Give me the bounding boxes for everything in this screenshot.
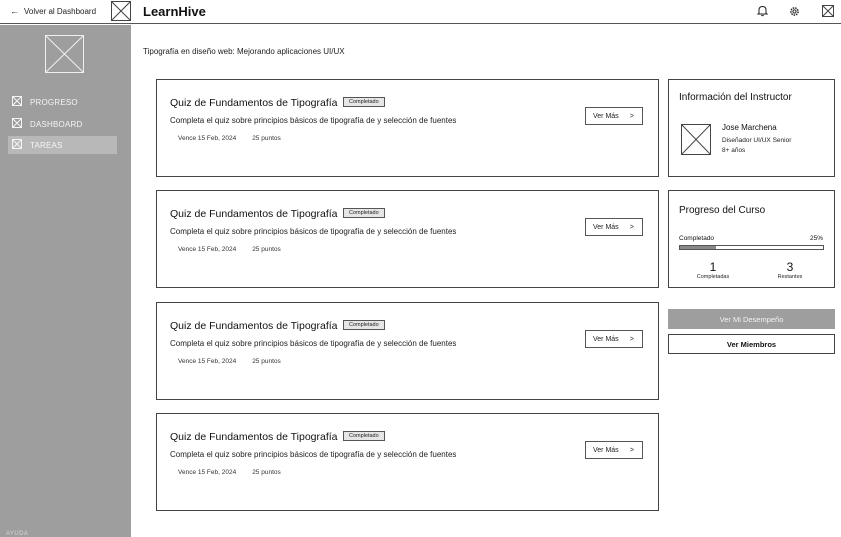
help-link[interactable]: AYUDA: [6, 531, 28, 537]
view-performance-button[interactable]: Ver Mi Desempeño: [668, 309, 835, 329]
task-meta: Vence 15 Feb, 2024 25 puntos: [178, 358, 281, 365]
avatar: [681, 124, 711, 155]
view-more-label: Ver Más: [593, 446, 619, 454]
task-title: Quiz de Fundamentos de Tipografía: [170, 431, 338, 443]
status-badge: Completado: [343, 320, 385, 330]
task-due-date: Vence 15 Feb, 2024: [178, 358, 237, 365]
sidebar-item-label: DASHBOARD: [30, 119, 83, 129]
progress-bar: [679, 245, 824, 250]
progress-percent: 25%: [809, 235, 823, 242]
status-badge: Completado: [343, 431, 385, 441]
progress-panel-title: Progreso del Curso: [679, 205, 766, 216]
view-members-button[interactable]: Ver Miembros: [668, 334, 835, 354]
arrow-left-icon: ←: [10, 6, 19, 16]
gear-icon[interactable]: [787, 4, 801, 18]
task-card: Quiz de Fundamentos de Tipografía Comple…: [156, 79, 659, 177]
task-description: Completa el quiz sobre principios básico…: [170, 450, 457, 459]
remaining-label: Restantes: [777, 274, 803, 280]
task-description: Completa el quiz sobre principios básico…: [170, 227, 457, 236]
status-badge: Completado: [343, 97, 385, 107]
task-card: Quiz de Fundamentos de Tipografía Comple…: [156, 190, 659, 288]
task-description: Completa el quiz sobre principios básico…: [170, 116, 457, 125]
completed-stat: 1 Completadas: [691, 261, 735, 280]
image-placeholder-icon[interactable]: [821, 4, 835, 18]
instructor-panel-title: Información del Instructor: [679, 92, 792, 103]
checkbox-icon: [12, 139, 22, 151]
checkbox-icon: [12, 96, 22, 108]
task-meta: Vence 15 Feb, 2024 25 puntos: [178, 135, 281, 142]
remaining-count: 3: [786, 260, 794, 274]
progress-label: Completado: [679, 235, 715, 242]
task-due-date: Vence 15 Feb, 2024: [178, 246, 237, 253]
task-due-date: Vence 15 Feb, 2024: [178, 469, 237, 476]
instructor-panel: Información del Instructor Jose Marchena…: [668, 79, 835, 177]
checkbox-icon: [12, 118, 22, 130]
task-points: 25 puntos: [252, 469, 281, 476]
course-title: Tipografía en diseño web: Mejorando apli…: [143, 47, 345, 56]
view-more-label: Ver Más: [593, 335, 619, 343]
task-meta: Vence 15 Feb, 2024 25 puntos: [178, 469, 281, 476]
sidebar-item-progreso[interactable]: PROGRESO: [8, 93, 117, 111]
task-title: Quiz de Fundamentos de Tipografía: [170, 208, 338, 220]
sidebar-logo-placeholder: [45, 35, 84, 73]
course-progress-panel: Progreso del Curso Completado 25% 1 Comp…: [668, 190, 835, 288]
completed-count: 1: [709, 260, 717, 274]
view-more-button[interactable]: Ver Más >: [585, 330, 643, 348]
view-more-label: Ver Más: [593, 223, 619, 231]
sidebar-item-dashboard[interactable]: DASHBOARD: [8, 115, 117, 133]
brand-name: LearnHive: [143, 4, 206, 19]
instructor-name: Jose Marchena: [722, 123, 777, 132]
back-link-label: Volver al Dashboard: [24, 6, 97, 16]
sidebar-item-label: PROGRESO: [30, 97, 78, 107]
task-description: Completa el quiz sobre principios básico…: [170, 339, 457, 348]
chevron-right-icon: >: [629, 446, 634, 454]
progress-bar-fill: [680, 246, 716, 249]
chevron-right-icon: >: [629, 223, 634, 231]
view-more-button[interactable]: Ver Más >: [585, 218, 643, 236]
status-badge: Completado: [343, 208, 385, 218]
task-title: Quiz de Fundamentos de Tipografía: [170, 97, 338, 109]
view-more-button[interactable]: Ver Más >: [585, 441, 643, 459]
completed-label: Completadas: [696, 274, 730, 280]
task-points: 25 puntos: [252, 358, 281, 365]
sidebar: PROGRESO DASHBOARD TAREAS AYUDA: [0, 25, 131, 537]
logo-placeholder: [111, 1, 131, 21]
view-more-button[interactable]: Ver Más >: [585, 107, 643, 125]
bell-icon[interactable]: [755, 4, 769, 18]
task-card: Quiz de Fundamentos de Tipografía Comple…: [156, 302, 659, 400]
back-to-dashboard-link[interactable]: ← Volver al Dashboard: [10, 6, 96, 16]
sidebar-item-tareas[interactable]: TAREAS: [8, 136, 117, 154]
remaining-stat: 3 Restantes: [769, 261, 811, 280]
chevron-right-icon: >: [629, 112, 634, 120]
top-bar: ← Volver al Dashboard LearnHive: [0, 0, 841, 24]
task-card: Quiz de Fundamentos de Tipografía Comple…: [156, 413, 659, 511]
task-due-date: Vence 15 Feb, 2024: [178, 135, 237, 142]
sidebar-item-label: TAREAS: [30, 140, 63, 150]
instructor-role: Diseñador UI/UX Senior: [722, 137, 792, 144]
task-points: 25 puntos: [252, 135, 281, 142]
task-points: 25 puntos: [252, 246, 281, 253]
task-title: Quiz de Fundamentos de Tipografía: [170, 320, 338, 332]
chevron-right-icon: >: [629, 335, 634, 343]
instructor-experience: 8+ años: [722, 147, 746, 154]
view-more-label: Ver Más: [593, 112, 619, 120]
task-meta: Vence 15 Feb, 2024 25 puntos: [178, 246, 281, 253]
